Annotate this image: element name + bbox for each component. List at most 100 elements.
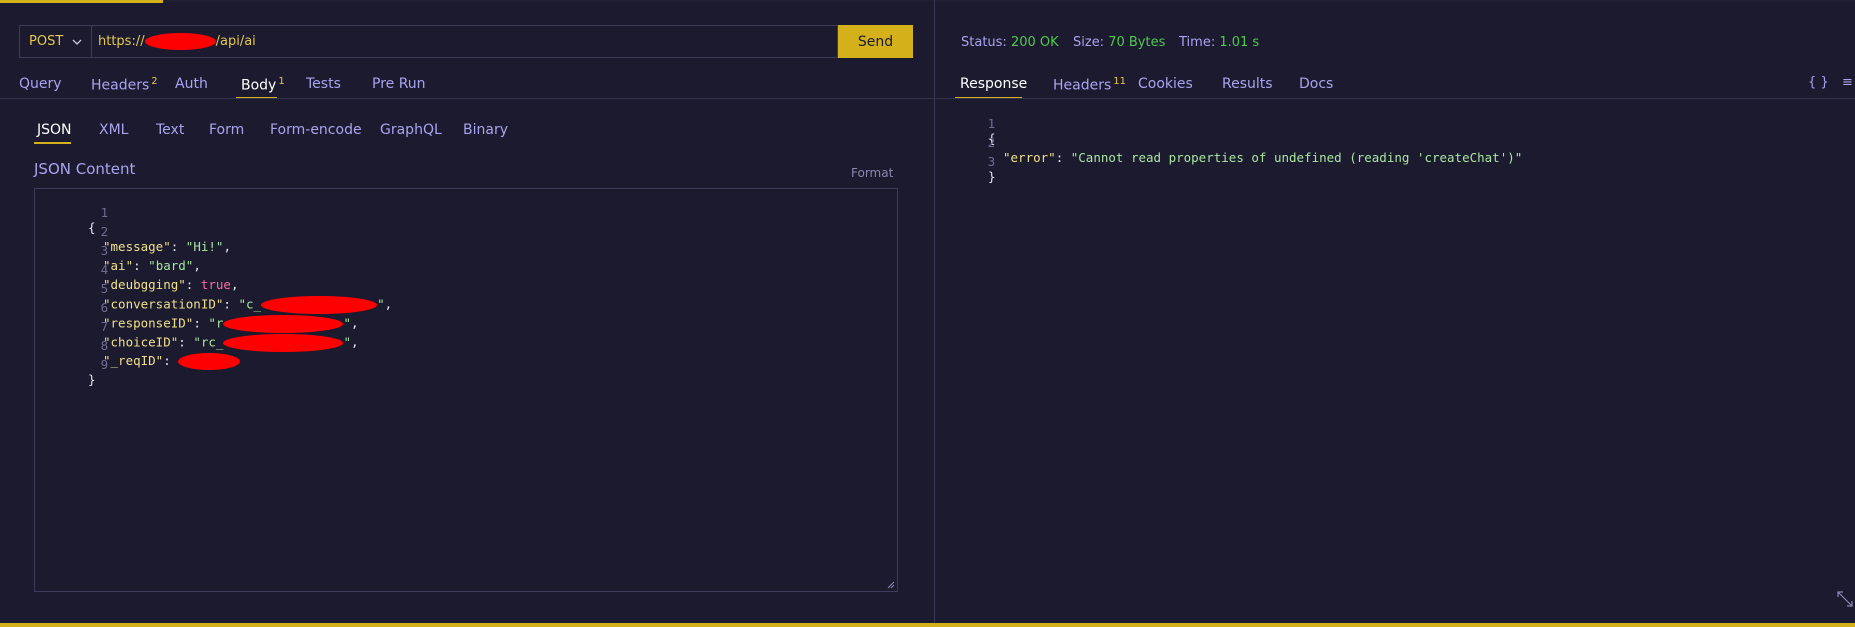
tab-label: Headers [91, 77, 150, 94]
request-tabs-rule [0, 98, 934, 99]
json-value: "c_ [238, 296, 262, 312]
menu-icon[interactable]: ≡ [1842, 75, 1853, 90]
code-line: 2 "message": "Hi!", [35, 209, 231, 254]
status-value: 200 OK [1010, 35, 1059, 50]
body-tab-json[interactable]: JSON [37, 122, 72, 138]
tab-response-headers[interactable]: Headers 11 [1053, 76, 1126, 94]
tab-query[interactable]: Query [19, 76, 62, 92]
tab-label: Query [19, 76, 62, 92]
tab-label: Docs [1299, 76, 1334, 92]
top-border [0, 0, 1855, 2]
line-number: 1 [100, 205, 109, 220]
line-number: 2 [100, 224, 109, 239]
body-tab-form[interactable]: Form [209, 122, 244, 138]
code-line: 4 "deubgging": true, [35, 247, 239, 292]
json-value: "bard" [148, 258, 194, 273]
code-line: 3 "ai": "bard", [35, 228, 201, 273]
redaction-mark [223, 315, 344, 333]
code-text: } [988, 169, 996, 184]
line-number: 7 [100, 319, 109, 334]
panel-divider[interactable] [934, 0, 935, 623]
json-key: "deubgging" [103, 277, 186, 292]
format-button[interactable]: Format [851, 166, 893, 180]
code-text: } [88, 372, 96, 387]
url-suffix: /api/ai [215, 34, 256, 49]
response-time: Time: 1.01 s [1179, 35, 1259, 50]
body-tab-text[interactable]: Text [156, 122, 184, 138]
response-status: Status: 200 OK [961, 35, 1059, 50]
active-body-tab-indicator [34, 142, 71, 144]
body-tab-form-encode[interactable]: Form-encode [270, 122, 362, 138]
line-number: 4 [100, 262, 109, 277]
size-label: Size: [1073, 35, 1105, 50]
json-value: "r [208, 315, 224, 331]
size-value: 70 Bytes [1108, 35, 1166, 50]
tab-badge: 11 [1113, 76, 1127, 87]
response-size: Size: 70 Bytes [1073, 35, 1165, 50]
tab-docs[interactable]: Docs [1299, 76, 1333, 92]
tab-tests[interactable]: Tests [306, 76, 341, 92]
body-tab-xml[interactable]: XML [99, 122, 128, 138]
json-value: "rc_ [193, 334, 224, 350]
json-editor[interactable]: 1 { 2 "message": "Hi!", 3 "ai": "bard", … [34, 188, 898, 592]
tab-label: Body [241, 77, 277, 94]
redaction-mark [144, 33, 216, 50]
code-line: 1 { [35, 190, 108, 235]
chevron-down-icon [72, 39, 82, 45]
tab-badge: 1 [278, 76, 285, 87]
code-line: 2 "error": "Cannot read properties of un… [987, 135, 1523, 165]
redaction-mark [178, 353, 241, 370]
response-tabs-rule [935, 98, 1855, 99]
resize-grip-icon[interactable] [887, 581, 895, 589]
body-tab-graphql[interactable]: GraphQL [380, 122, 442, 138]
tab-label: Pre Run [372, 76, 426, 92]
tab-auth[interactable]: Auth [175, 76, 208, 92]
line-number: 3 [100, 243, 109, 258]
redaction-mark [261, 296, 378, 314]
time-label: Time: [1179, 35, 1216, 50]
code-line: 9 } [35, 342, 108, 387]
code-line: 3 } [956, 139, 1656, 184]
tab-badge: 2 [151, 76, 158, 87]
method-select[interactable]: POST [19, 25, 91, 58]
tab-headers[interactable]: Headers 2 [91, 76, 158, 94]
progress-accent [0, 0, 163, 3]
line-number: 8 [100, 338, 109, 353]
tab-cookies[interactable]: Cookies [1138, 76, 1193, 92]
json-key: "responseID" [103, 315, 194, 331]
code-line: 5 "conversationID": "c_ ", [35, 266, 392, 314]
redaction-mark [223, 334, 344, 352]
braces-icon[interactable]: { } [1808, 75, 1829, 90]
json-key: "message" [103, 239, 171, 254]
url-prefix: https:// [98, 34, 145, 49]
tab-label: Headers [1053, 77, 1112, 94]
line-number: 3 [987, 154, 996, 169]
json-value: true [200, 277, 231, 292]
tab-results[interactable]: Results [1222, 76, 1273, 92]
tab-label: Results [1222, 76, 1273, 92]
tab-label: Cookies [1138, 76, 1193, 92]
tab-body[interactable]: Body 1 [241, 76, 285, 94]
tab-response[interactable]: Response [960, 76, 1027, 92]
json-value: "Hi!" [185, 239, 224, 254]
tab-label: Response [960, 76, 1028, 92]
line-number: 9 [100, 357, 109, 372]
code-line: 6 "responseID": "r ", [35, 285, 359, 333]
line-number: 5 [100, 281, 109, 296]
tab-label: Tests [306, 76, 341, 92]
status-strip [0, 623, 1855, 627]
json-key: "_reqID" [103, 353, 164, 368]
url-input[interactable]: https:// /api/ai [91, 25, 838, 58]
line-number: 6 [100, 300, 109, 315]
code-line: 7 "choiceID": "rc_ ", [35, 304, 359, 352]
tab-pre-run[interactable]: Pre Run [372, 76, 426, 92]
tab-label: Auth [175, 76, 208, 92]
json-key: "conversationID" [103, 296, 224, 312]
body-tab-binary[interactable]: Binary [463, 122, 508, 138]
method-value: POST [29, 34, 64, 49]
expand-icon[interactable] [1836, 590, 1854, 608]
send-button[interactable]: Send [838, 25, 913, 58]
code-line: 8 "_reqID": [35, 323, 241, 370]
time-value: 1.01 s [1219, 35, 1260, 50]
json-key: "choiceID" [103, 334, 179, 350]
